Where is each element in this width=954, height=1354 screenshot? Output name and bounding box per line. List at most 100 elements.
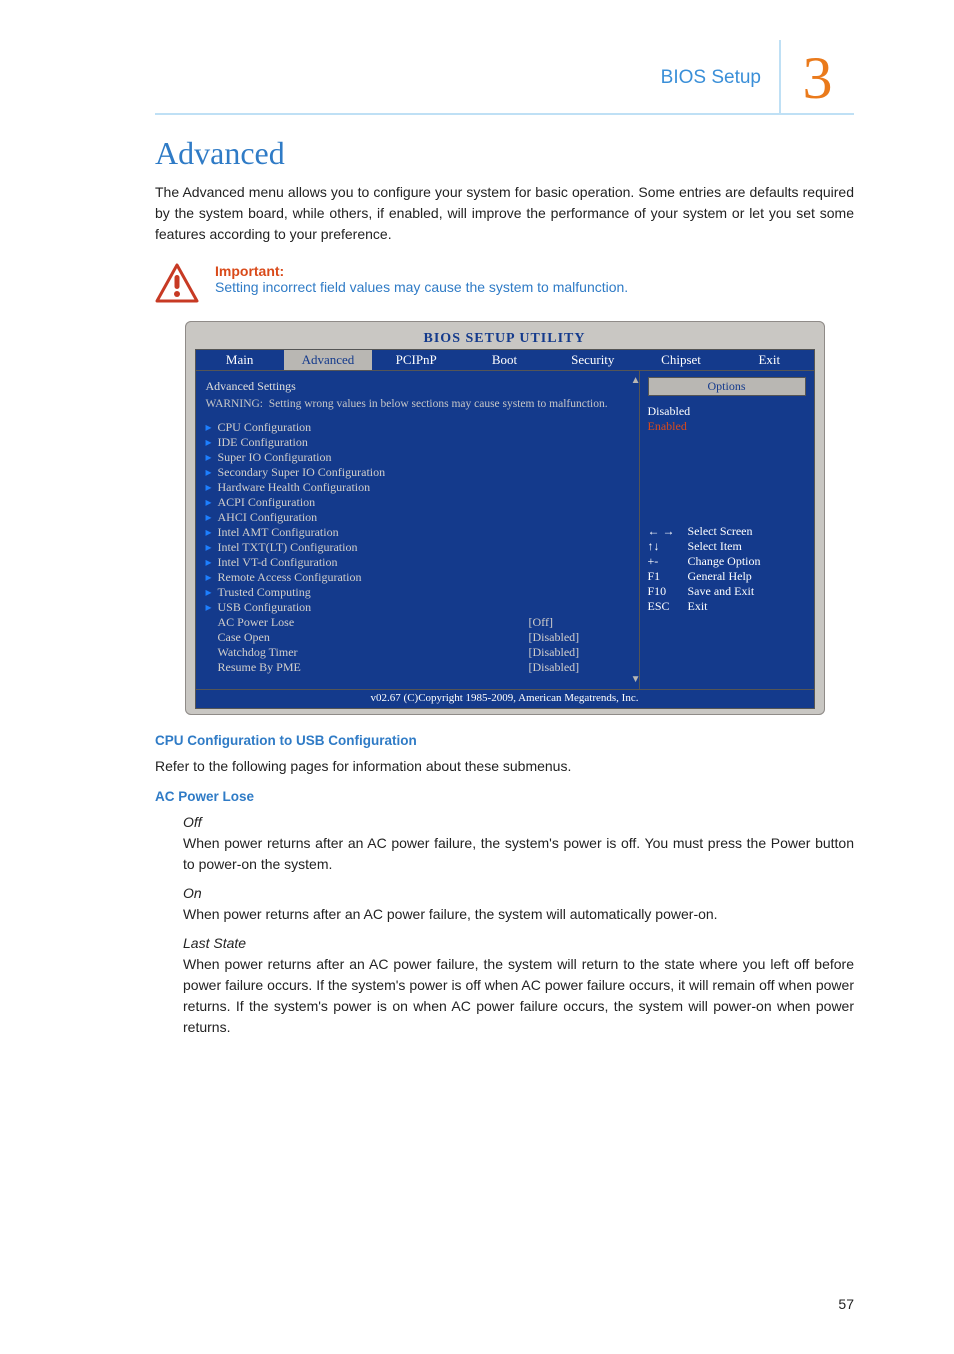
bios-options-heading: Options — [648, 377, 806, 396]
submenu-arrow-icon: ▸ — [206, 525, 218, 540]
bios-tabs: Main Advanced PCIPnP Boot Security Chips… — [195, 349, 815, 371]
section-heading-cpu-usb: CPU Configuration to USB Configuration — [155, 733, 854, 748]
bios-item-label: Intel TXT(LT) Configuration — [218, 540, 629, 555]
submenu-arrow-icon: ▸ — [206, 480, 218, 495]
scroll-up-icon[interactable]: ▲ — [631, 375, 641, 386]
bios-item[interactable]: ▸Secondary Super IO Configuration — [206, 465, 629, 480]
bios-tab-exit[interactable]: Exit — [725, 350, 813, 370]
bios-item-label: Intel VT-d Configuration — [218, 555, 629, 570]
bios-option-enabled[interactable]: Enabled — [648, 419, 806, 434]
bios-item-label: Super IO Configuration — [218, 450, 629, 465]
bios-help-label: Save and Exit — [688, 584, 755, 599]
bios-help-label: Select Item — [688, 539, 742, 554]
bios-item-label: Hardware Health Configuration — [218, 480, 629, 495]
bios-item[interactable]: ▸Trusted Computing — [206, 585, 629, 600]
option-laststate-label: Last State — [183, 933, 854, 954]
bios-item-label: AHCI Configuration — [218, 510, 629, 525]
scroll-down-icon[interactable]: ▼ — [631, 674, 641, 685]
bios-item-label: Watchdog Timer — [206, 645, 529, 660]
bios-item-value: [Disabled] — [529, 645, 629, 660]
bios-panel-heading: Advanced Settings — [206, 379, 629, 394]
bios-help-key: ← → — [648, 524, 688, 539]
bios-item[interactable]: ▸USB Configuration — [206, 600, 629, 615]
bios-item-label: CPU Configuration — [218, 420, 629, 435]
bios-item-label: ACPI Configuration — [218, 495, 629, 510]
bios-item-label: AC Power Lose — [206, 615, 529, 630]
bios-item[interactable]: ▸Hardware Health Configuration — [206, 480, 629, 495]
submenu-arrow-icon: ▸ — [206, 555, 218, 570]
bios-item[interactable]: ▸Intel TXT(LT) Configuration — [206, 540, 629, 555]
divider — [155, 113, 854, 115]
option-on-label: On — [183, 883, 854, 904]
submenu-arrow-icon: ▸ — [206, 600, 218, 615]
bios-tab-boot[interactable]: Boot — [460, 350, 548, 370]
section-text: Refer to the following pages for informa… — [155, 756, 854, 777]
important-text: Setting incorrect field values may cause… — [215, 279, 628, 295]
bios-tab-security[interactable]: Security — [549, 350, 637, 370]
bios-item[interactable]: ▸AHCI Configuration — [206, 510, 629, 525]
bios-item-value: [Off] — [529, 615, 629, 630]
bios-item-label: Remote Access Configuration — [218, 570, 629, 585]
submenu-arrow-icon: ▸ — [206, 540, 218, 555]
submenu-arrow-icon: ▸ — [206, 435, 218, 450]
bios-item-label: Trusted Computing — [218, 585, 629, 600]
option-on-text: When power returns after an AC power fai… — [183, 904, 854, 925]
submenu-arrow-icon: ▸ — [206, 465, 218, 480]
chapter-box: 3 — [779, 40, 854, 115]
bios-help-row: F1General Help — [648, 569, 806, 584]
submenu-arrow-icon: ▸ — [206, 510, 218, 525]
bios-help-label: Exit — [688, 599, 708, 614]
bios-main-panel: ▲ ▼ Advanced Settings WARNING: Setting w… — [196, 371, 639, 689]
bios-side-panel: Options Disabled Enabled ← →Select Scree… — [639, 371, 814, 689]
bios-help-key: ↑↓ — [648, 539, 688, 554]
submenu-arrow-icon: ▸ — [206, 420, 218, 435]
option-off-text: When power returns after an AC power fai… — [183, 833, 854, 875]
warning-icon — [155, 263, 199, 303]
bios-item-label: Case Open — [206, 630, 529, 645]
bios-tab-advanced[interactable]: Advanced — [284, 350, 372, 370]
bios-item[interactable]: ▸Remote Access Configuration — [206, 570, 629, 585]
bios-item[interactable]: AC Power Lose[Off] — [206, 615, 629, 630]
bios-item-value: [Disabled] — [529, 660, 629, 675]
bios-help-key: F1 — [648, 569, 688, 584]
bios-item[interactable]: ▸Intel VT-d Configuration — [206, 555, 629, 570]
option-laststate-text: When power returns after an AC power fai… — [183, 954, 854, 1038]
bios-help-row: ↑↓Select Item — [648, 539, 806, 554]
bios-item-value: [Disabled] — [529, 630, 629, 645]
bios-item[interactable]: ▸ACPI Configuration — [206, 495, 629, 510]
bios-help-row: ← →Select Screen — [648, 524, 806, 539]
bios-help-key: ESC — [648, 599, 688, 614]
bios-item[interactable]: ▸IDE Configuration — [206, 435, 629, 450]
bios-help-row: +-Change Option — [648, 554, 806, 569]
bios-help-label: General Help — [688, 569, 752, 584]
bios-tab-chipset[interactable]: Chipset — [637, 350, 725, 370]
bios-item-label: Secondary Super IO Configuration — [218, 465, 629, 480]
bios-title: BIOS SETUP UTILITY — [195, 331, 815, 347]
bios-screenshot: BIOS SETUP UTILITY Main Advanced PCIPnP … — [185, 321, 825, 715]
bios-tab-main[interactable]: Main — [196, 350, 284, 370]
bios-item[interactable]: Case Open[Disabled] — [206, 630, 629, 645]
bios-help-row: F10Save and Exit — [648, 584, 806, 599]
bios-option-disabled[interactable]: Disabled — [648, 404, 806, 419]
breadcrumb: BIOS Setup — [155, 67, 779, 89]
bios-help-label: Select Screen — [688, 524, 753, 539]
bios-item-label: Resume By PME — [206, 660, 529, 675]
bios-item[interactable]: ▸Intel AMT Configuration — [206, 525, 629, 540]
bios-item-label: Intel AMT Configuration — [218, 525, 629, 540]
bios-help-key: F10 — [648, 584, 688, 599]
bios-help-key: +- — [648, 554, 688, 569]
chapter-number: 3 — [803, 48, 833, 108]
bios-item[interactable]: ▸Super IO Configuration — [206, 450, 629, 465]
submenu-arrow-icon: ▸ — [206, 450, 218, 465]
intro-text: The Advanced menu allows you to configur… — [155, 182, 854, 245]
bios-item[interactable]: ▸CPU Configuration — [206, 420, 629, 435]
bios-help-label: Change Option — [688, 554, 761, 569]
bios-tab-pcipnp[interactable]: PCIPnP — [372, 350, 460, 370]
section-heading-acpowerlose: AC Power Lose — [155, 789, 854, 804]
bios-warning: WARNING: Setting wrong values in below s… — [206, 398, 629, 410]
submenu-arrow-icon: ▸ — [206, 495, 218, 510]
bios-item-label: USB Configuration — [218, 600, 629, 615]
bios-footer: v02.67 (C)Copyright 1985-2009, American … — [195, 690, 815, 709]
bios-item[interactable]: Resume By PME[Disabled] — [206, 660, 629, 675]
bios-item[interactable]: Watchdog Timer[Disabled] — [206, 645, 629, 660]
